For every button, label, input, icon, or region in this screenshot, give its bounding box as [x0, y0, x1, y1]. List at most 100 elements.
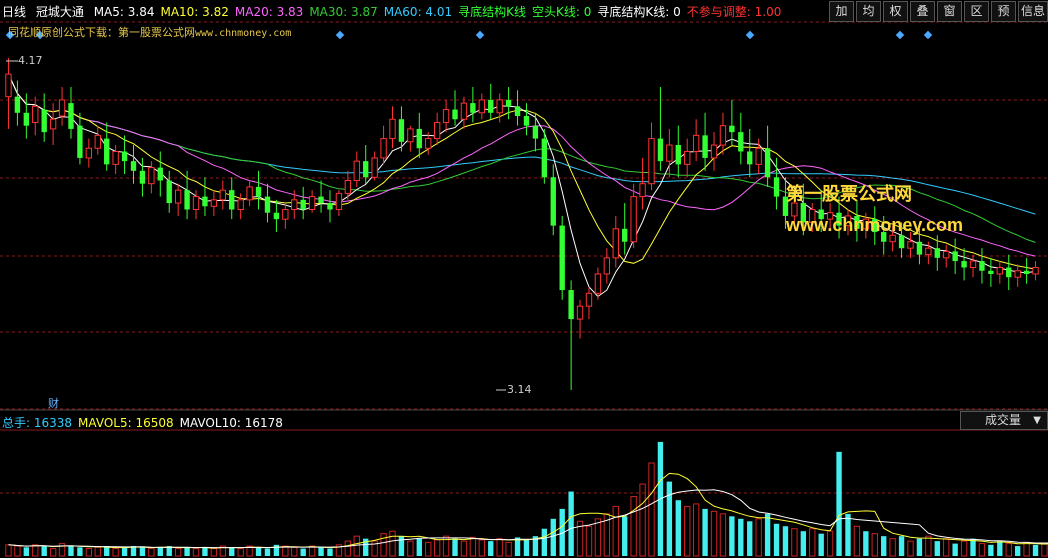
indicator-value: 不参与调整: 1.00 [686, 5, 782, 19]
indicator-value: MA10: 3.82 [160, 5, 229, 19]
volume-bar [433, 539, 441, 557]
volume-select-label: 成交量 [985, 413, 1022, 427]
volume-bar [702, 508, 708, 556]
toolbar-button[interactable]: 预 [990, 1, 1016, 22]
volume-bar [202, 547, 208, 556]
candle-body [1023, 270, 1030, 274]
finance-marker[interactable]: 财 [48, 395, 59, 411]
low-price-label: 3.14 [507, 383, 532, 396]
candle-body [585, 292, 593, 307]
candle-body [77, 125, 83, 158]
volume-bar [666, 481, 673, 556]
candle-body [488, 99, 494, 113]
toolbar-button[interactable]: 信息 [1017, 1, 1048, 22]
candle-body [1032, 267, 1039, 275]
candle-body [308, 196, 316, 210]
volume-bar [970, 538, 976, 556]
volume-bar [800, 531, 807, 556]
volume-bar [327, 548, 333, 556]
volume-bar [85, 548, 93, 557]
candle-body [148, 167, 155, 185]
volume-bar [353, 535, 360, 557]
toolbar-button[interactable]: 均 [855, 1, 881, 22]
volume-bar [853, 525, 861, 557]
candle-body [425, 138, 432, 149]
volume-bar [648, 462, 655, 557]
candle-body [773, 177, 780, 197]
volume-header: 总手: 16338 MAVOL5: 16508 MAVOL10: 16178 成交量… [0, 411, 1048, 430]
volume-bar [747, 521, 753, 556]
volume-value: MAVOL10: 16178 [179, 416, 283, 430]
volume-bar [755, 518, 762, 557]
indicator-value: 寻底结构K线: 0 [597, 5, 681, 19]
volume-bar [1032, 544, 1039, 556]
candle-body [576, 305, 584, 320]
volume-bar [898, 536, 905, 556]
candle-body [907, 241, 914, 249]
volume-bar [41, 546, 47, 556]
period-label[interactable]: 日线 [2, 5, 26, 19]
toolbar-button[interactable]: 加 [828, 1, 854, 22]
candle-body [353, 160, 360, 181]
volume-bar [112, 548, 119, 557]
volume-bar [505, 541, 512, 557]
volume-bar [568, 491, 574, 556]
volume-bar [764, 513, 771, 556]
volume-bar [389, 530, 396, 557]
candle-body [889, 234, 896, 243]
candle-body [174, 189, 182, 204]
toolbar-button[interactable]: 权 [882, 1, 908, 22]
candle-body [925, 247, 932, 256]
volume-bar [1005, 543, 1012, 557]
volume-bar [881, 536, 887, 556]
candle-body [219, 189, 226, 201]
volume-bar [398, 536, 405, 556]
candle-body [916, 241, 923, 255]
candle-body [952, 251, 958, 262]
toolbar-button[interactable]: 窗 [936, 1, 962, 22]
volume-bar [255, 547, 262, 556]
volume-bar [925, 535, 932, 557]
candle-body [166, 180, 172, 204]
volume-bar [719, 513, 727, 557]
candle-body [273, 212, 280, 220]
volume-bar [585, 525, 593, 557]
volume-bar [541, 528, 548, 556]
volume-bar [997, 541, 1003, 556]
candle-body [363, 161, 369, 178]
candle-body [729, 125, 735, 133]
candle-body [943, 250, 950, 259]
indicator-legend: 日线 冠城大通 MA5: 3.84 MA10: 3.82 MA20: 3.83 MA3… [2, 3, 793, 20]
volume-indicator-select[interactable]: 成交量 ▼ [960, 411, 1048, 430]
volume-bar [478, 539, 485, 557]
candle-body [41, 109, 47, 133]
candle-body [327, 203, 333, 210]
volume-bar [988, 544, 994, 556]
candle-body [1014, 270, 1021, 278]
indicator-value: MA5: 3.84 [93, 5, 155, 19]
candle-body [594, 273, 602, 294]
volume-bar [460, 540, 468, 557]
candle-body [719, 125, 727, 146]
signal-diamond-icon [745, 30, 755, 40]
candle-body [389, 118, 396, 140]
candle-body [255, 186, 262, 197]
volume-bar [425, 541, 432, 557]
candle-body [639, 183, 646, 198]
volume-bar [612, 505, 619, 557]
candle-body [335, 192, 343, 210]
candle-body [452, 109, 458, 120]
toolbar-button[interactable]: 区 [963, 1, 989, 22]
volume-bar [23, 547, 30, 556]
candle-body [5, 73, 12, 98]
volume-bar [952, 543, 958, 556]
candle-body [684, 150, 691, 165]
candle-body [550, 177, 556, 226]
toolbar-button[interactable]: 叠 [909, 1, 935, 22]
candle-body [460, 102, 468, 120]
candle-body [407, 128, 414, 143]
volume-bar [871, 533, 878, 557]
volume-bar [791, 528, 798, 557]
kline-chart[interactable] [0, 0, 1048, 558]
volume-bar [148, 548, 155, 557]
